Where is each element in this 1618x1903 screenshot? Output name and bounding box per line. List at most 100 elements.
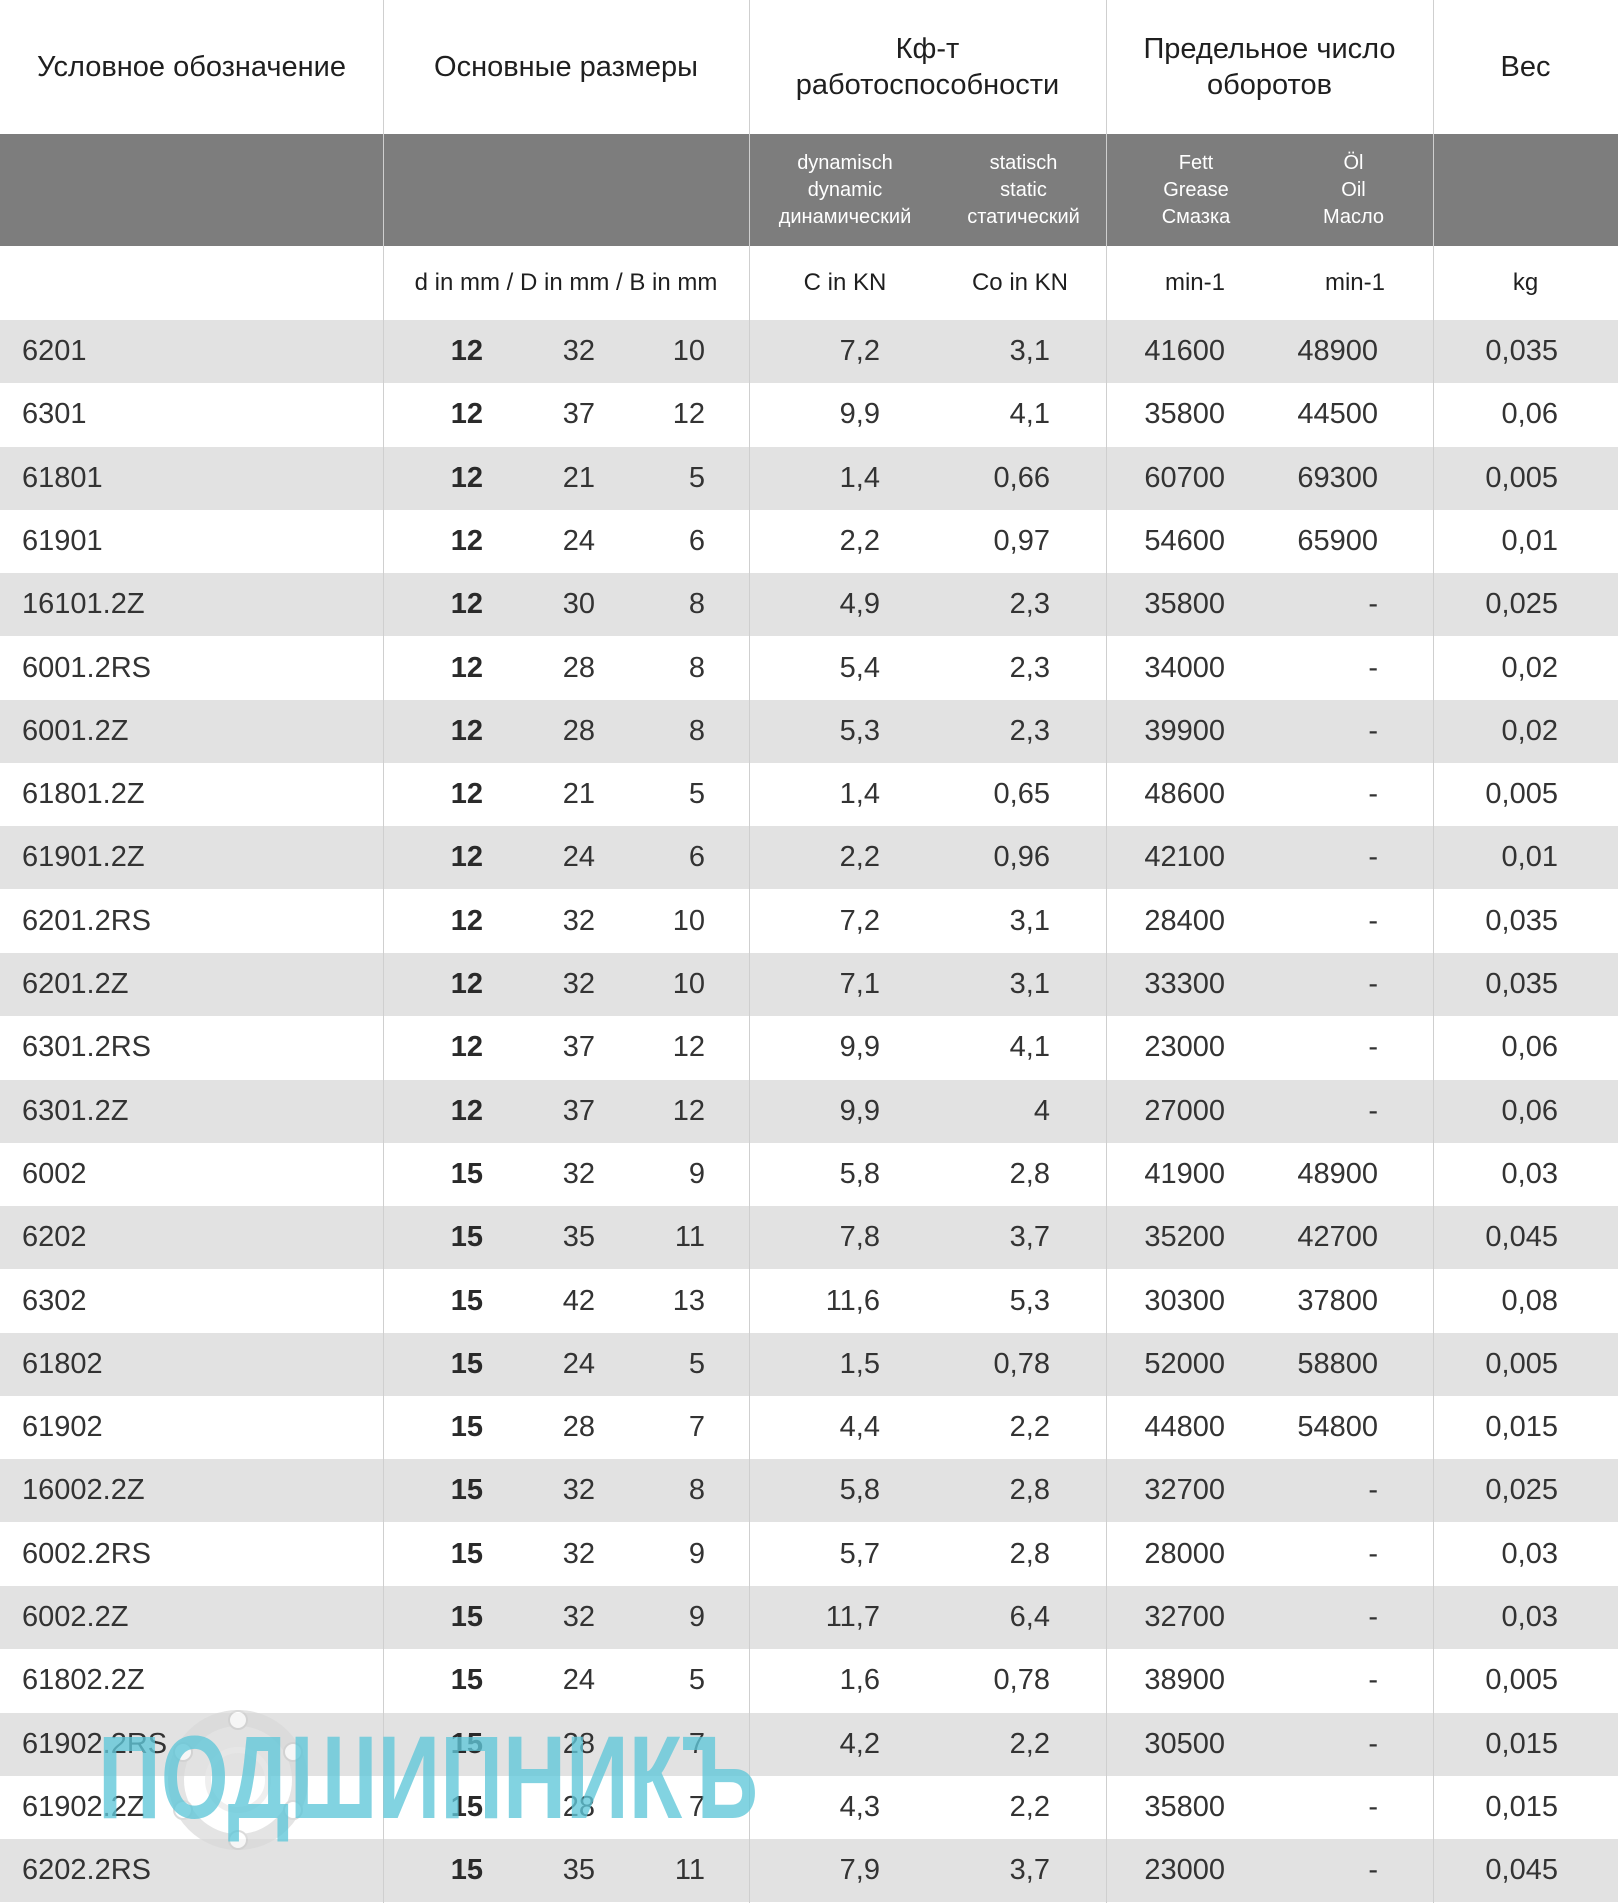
cell-speed-grease: 52000 — [1144, 1347, 1225, 1380]
units-grease: min-1 — [1164, 269, 1225, 296]
cell-D: 28 — [562, 1790, 595, 1823]
table-row: 61901 12 24 6 2,2 0,97 54600 65900 0,01 — [0, 509, 1618, 573]
cell-designation: 61901.2Z — [22, 841, 145, 874]
cell-weight: 0,025 — [1485, 1474, 1558, 1507]
cell-c-dynamic: 4,9 — [839, 588, 880, 621]
cell-co-static: 2,3 — [1009, 651, 1050, 684]
cell-B: 6 — [688, 841, 705, 874]
table-row: 6202 15 35 11 7,8 3,7 35200 42700 0,045 — [0, 1206, 1618, 1270]
cell-co-static: 2,8 — [1009, 1537, 1050, 1570]
cell-D: 32 — [562, 1157, 595, 1190]
cell-B: 5 — [688, 778, 705, 811]
cell-B: 8 — [688, 1474, 705, 1507]
cell-designation: 6302 — [22, 1284, 87, 1317]
cell-c-dynamic: 7,2 — [839, 904, 880, 937]
cell-B: 9 — [688, 1157, 705, 1190]
cell-D: 37 — [562, 398, 595, 431]
cell-c-dynamic: 4,2 — [839, 1727, 880, 1760]
cell-B: 10 — [672, 335, 705, 367]
table-row: 6302 15 42 13 11,6 5,3 30300 37800 0,08 — [0, 1269, 1618, 1333]
cell-D: 32 — [562, 1537, 595, 1570]
cell-weight: 0,03 — [1501, 1537, 1558, 1570]
cell-c-dynamic: 11,6 — [825, 1284, 880, 1317]
cell-B: 7 — [688, 1727, 705, 1760]
table-row: 6002.2RS 15 32 9 5,7 2,8 28000 - 0,03 — [0, 1522, 1618, 1586]
cell-co-static: 2,8 — [1009, 1157, 1050, 1190]
cell-designation: 61801 — [22, 461, 103, 494]
cell-speed-grease: 48600 — [1144, 778, 1225, 811]
cell-speed-oil: - — [1368, 651, 1378, 684]
cell-co-static: 0,96 — [993, 841, 1050, 874]
cell-speed-oil: 42700 — [1297, 1221, 1378, 1254]
table-row: 6301.2RS 12 37 12 9,9 4,1 23000 - 0,06 — [0, 1016, 1618, 1080]
cell-c-dynamic: 5,8 — [839, 1474, 880, 1507]
cell-c-dynamic: 9,9 — [839, 1094, 880, 1127]
cell-d: 12 — [450, 778, 483, 811]
cell-speed-oil: 65900 — [1297, 524, 1378, 557]
column-divider — [749, 0, 750, 1903]
cell-c-dynamic: 7,8 — [839, 1221, 880, 1254]
cell-co-static: 2,3 — [1009, 714, 1050, 747]
cell-co-static: 2,3 — [1009, 588, 1050, 621]
cell-speed-oil: 48900 — [1297, 335, 1378, 367]
cell-speed-oil: - — [1368, 1601, 1378, 1633]
cell-speed-grease: 42100 — [1144, 841, 1225, 874]
table-row: 61902.2RS 15 28 7 4,2 2,2 30500 - 0,015 — [0, 1712, 1618, 1776]
cell-weight: 0,015 — [1485, 1727, 1558, 1760]
cell-B: 6 — [688, 524, 705, 557]
cell-speed-grease: 60700 — [1144, 461, 1225, 494]
table-row: 6002.2Z 15 32 9 11,7 6,4 32700 - 0,03 — [0, 1586, 1618, 1649]
cell-speed-oil: - — [1368, 1790, 1378, 1823]
cell-D: 32 — [562, 968, 595, 1000]
cell-d: 12 — [450, 588, 483, 621]
cell-D: 24 — [562, 1664, 595, 1697]
table-row: 6301 12 37 12 9,9 4,1 35800 44500 0,06 — [0, 383, 1618, 447]
cell-c-dynamic: 4,4 — [839, 1411, 880, 1444]
cell-weight: 0,045 — [1485, 1221, 1558, 1254]
cell-co-static: 2,2 — [1009, 1727, 1050, 1760]
cell-speed-oil: 48900 — [1297, 1157, 1378, 1190]
header-designation: Условное обозначение — [36, 51, 347, 83]
cell-designation: 6301.2Z — [22, 1094, 129, 1127]
cell-speed-oil: - — [1368, 1854, 1378, 1887]
table-row: 6301.2Z 12 37 12 9,9 4 27000 - 0,06 — [0, 1079, 1618, 1143]
cell-speed-grease: 41900 — [1144, 1157, 1225, 1190]
subheader-static: statisch static статический — [967, 151, 1080, 228]
cell-d: 12 — [450, 714, 483, 747]
cell-designation: 61802.2Z — [22, 1664, 145, 1697]
header-speed-limit: Предельное число оборотов — [1143, 33, 1396, 101]
cell-speed-grease: 35800 — [1144, 1790, 1225, 1823]
cell-d: 15 — [450, 1221, 483, 1254]
cell-co-static: 3,1 — [1009, 335, 1050, 367]
cell-speed-grease: 35800 — [1144, 588, 1225, 621]
cell-speed-grease: 30500 — [1144, 1727, 1225, 1760]
cell-d: 12 — [450, 904, 483, 937]
cell-designation: 6201.2Z — [22, 968, 129, 1000]
header-capacity: Кф-т работоспособности — [795, 33, 1060, 101]
cell-weight: 0,005 — [1485, 1347, 1558, 1380]
table-row: 61901.2Z 12 24 6 2,2 0,96 42100 - 0,01 — [0, 826, 1618, 890]
cell-D: 35 — [562, 1854, 595, 1887]
cell-B: 12 — [672, 1094, 705, 1127]
cell-co-static: 2,8 — [1009, 1474, 1050, 1507]
cell-D: 42 — [562, 1284, 595, 1317]
cell-designation: 61801.2Z — [22, 778, 145, 811]
cell-designation: 16002.2Z — [22, 1474, 145, 1507]
cell-D: 37 — [562, 1031, 595, 1064]
cell-d: 12 — [450, 841, 483, 874]
cell-speed-grease: 41600 — [1144, 335, 1225, 367]
cell-designation: 6202 — [22, 1221, 87, 1254]
cell-D: 32 — [562, 904, 595, 937]
cell-designation: 6201 — [22, 335, 87, 367]
table-row: 6001.2RS 12 28 8 5,4 2,3 34000 - 0,02 — [0, 636, 1618, 700]
cell-designation: 6202.2RS — [22, 1854, 151, 1887]
cell-weight: 0,005 — [1485, 461, 1558, 494]
cell-weight: 0,035 — [1485, 335, 1558, 367]
cell-d: 15 — [450, 1347, 483, 1380]
cell-co-static: 4,1 — [1009, 1031, 1050, 1064]
cell-designation: 6002.2Z — [22, 1601, 129, 1633]
table-row: 6002 15 32 9 5,8 2,8 41900 48900 0,03 — [0, 1142, 1618, 1206]
cell-co-static: 4,1 — [1009, 398, 1050, 431]
cell-designation: 6002 — [22, 1157, 87, 1190]
cell-designation: 61802 — [22, 1347, 103, 1380]
